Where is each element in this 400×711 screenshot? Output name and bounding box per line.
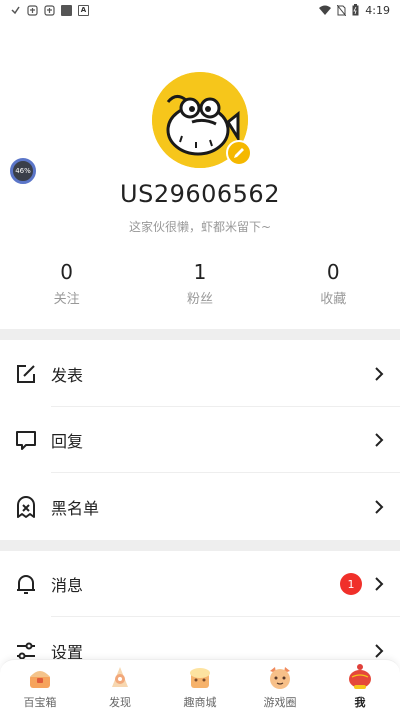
chevron-right-icon <box>375 644 384 658</box>
nav-item-game-circle[interactable]: 游戏圈 <box>240 660 320 711</box>
app-icon-3 <box>44 4 55 16</box>
app-icon-1 <box>10 5 21 16</box>
treasure-box-icon <box>30 671 50 688</box>
menu-label-blacklist: 黑名单 <box>51 499 100 518</box>
menu-separator <box>51 616 400 617</box>
menu-item-post[interactable]: 发表 <box>0 341 400 407</box>
comment-icon <box>16 431 36 450</box>
nav-label: 百宝箱 <box>23 696 57 709</box>
stat-favorites[interactable]: 0 收藏 <box>267 260 400 307</box>
menu-item-blacklist[interactable]: 黑名单 <box>0 474 400 540</box>
chevron-right-icon <box>375 500 384 514</box>
app-icon-2 <box>27 4 38 16</box>
bell-icon <box>17 575 35 594</box>
stat-value: 0 <box>326 260 340 284</box>
user-bio[interactable]: 这家伙很懒，虾都米留下~ <box>0 218 400 235</box>
menu-separator <box>51 472 400 473</box>
battery-icon <box>352 4 359 16</box>
chevron-right-icon <box>375 577 384 591</box>
nav-item-discover[interactable]: 发现 <box>80 660 160 711</box>
no-sim-icon <box>337 4 347 16</box>
app-icon-4 <box>61 4 72 16</box>
discover-icon <box>112 667 128 687</box>
section-divider <box>0 329 400 340</box>
menu-label-post: 发表 <box>51 366 84 385</box>
me-icon <box>349 664 371 689</box>
username: US29606562 <box>120 180 280 208</box>
nav-label: 发现 <box>109 696 131 709</box>
nav-label: 我 <box>354 696 366 709</box>
section-divider <box>0 540 400 551</box>
nav-label: 游戏圈 <box>263 696 297 709</box>
unread-badge: 1 <box>340 573 362 595</box>
stat-value: 0 <box>60 260 74 284</box>
menu-item-reply[interactable]: 回复 <box>0 407 400 473</box>
status-time: 4:19 <box>365 3 390 17</box>
stats-row: 0 关注 1 粉丝 0 收藏 <box>0 260 400 307</box>
stat-label: 关注 <box>53 292 80 307</box>
mall-icon <box>190 668 210 688</box>
stat-value: 1 <box>193 260 207 284</box>
pencil-icon <box>234 148 244 158</box>
stat-followers[interactable]: 1 粉丝 <box>133 260 266 307</box>
menu-item-messages[interactable]: 消息 1 <box>0 551 400 617</box>
status-bar-notifications: A <box>10 4 89 16</box>
chevron-right-icon <box>375 367 384 381</box>
edit-avatar-button[interactable] <box>226 140 252 166</box>
bottom-nav: 百宝箱 发现 趣商城 游戏圈 我 <box>0 659 400 711</box>
wifi-icon <box>319 5 332 15</box>
menu-label-messages: 消息 <box>51 576 84 595</box>
status-bar: A 4:19 <box>0 0 400 20</box>
game-circle-icon <box>270 667 290 689</box>
nav-item-me[interactable]: 我 <box>320 660 400 711</box>
edit-icon <box>17 365 35 383</box>
nav-item-treasure-box[interactable]: 百宝箱 <box>0 660 80 711</box>
blacklist-icon <box>17 496 35 518</box>
nav-item-mall[interactable]: 趣商城 <box>160 660 240 711</box>
stat-label: 粉丝 <box>186 292 213 307</box>
app-icon-5: A <box>78 4 89 16</box>
nav-label: 趣商城 <box>183 696 217 709</box>
status-bar-system: 4:19 <box>319 4 390 17</box>
stat-following[interactable]: 0 关注 <box>0 260 133 307</box>
avatar-container[interactable] <box>152 72 252 168</box>
stat-label: 收藏 <box>320 292 347 307</box>
menu-label-reply: 回复 <box>51 432 84 451</box>
chevron-right-icon <box>375 433 384 447</box>
